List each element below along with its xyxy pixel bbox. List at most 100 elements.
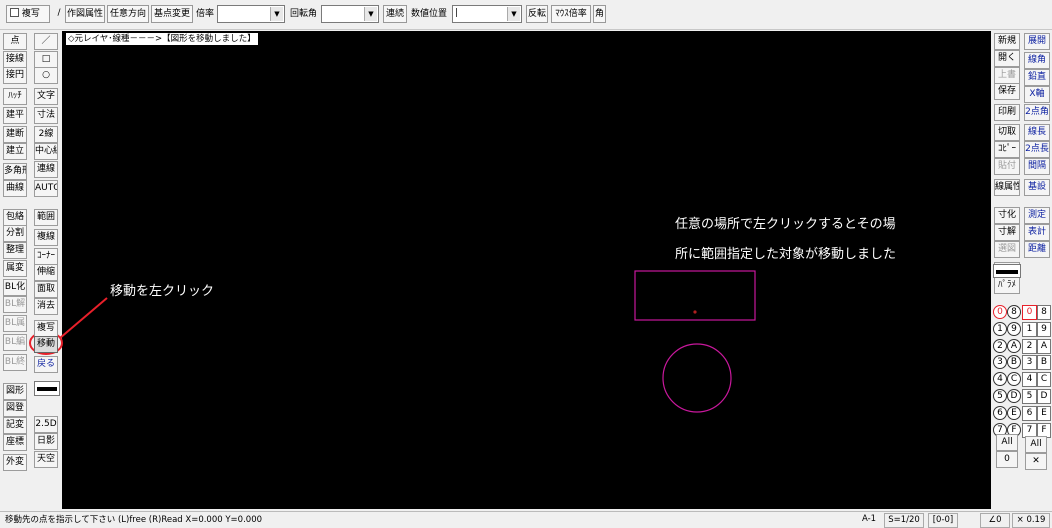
left-tool2-button-3[interactable]: 文字 [34,88,58,105]
left-tool2-button-16[interactable]: 移動 [34,336,58,353]
left-tool-button-13[interactable]: BL化 [3,279,27,296]
left-tool-button-11[interactable]: 整理 [3,242,27,259]
left-tool2-button-9[interactable]: 範囲 [34,209,58,226]
group-button-b-0[interactable]: 8 [1037,305,1051,320]
group-button-b-1[interactable]: 9 [1037,321,1051,337]
right-tool-button-11[interactable]: 選図 [994,241,1020,258]
left-tool-button-19[interactable]: 図登 [3,400,27,417]
left-tool2-button-1[interactable]: □ [34,51,58,68]
layer-button-b-6[interactable]: E [1007,405,1021,420]
left-tool2-button-10[interactable]: 複線 [34,229,58,246]
right-tool-button-2[interactable]: 上書 [994,67,1020,84]
layer-button-2[interactable]: 2 [993,338,1007,353]
status-angle[interactable]: ∠0 [980,513,1010,528]
group-button-1[interactable]: 1 [1022,321,1037,337]
line-width-swatch[interactable] [993,264,1021,278]
layer-zero-button[interactable]: 0 [996,451,1018,468]
right-tool2-button-11[interactable]: 距離 [1024,241,1050,258]
status-group[interactable]: [0-0] [928,513,958,528]
right-tool2-button-5[interactable]: 線長 [1024,124,1050,141]
left-tool2-button-14[interactable]: 消去 [34,298,58,315]
left-tool-button-20[interactable]: 記変 [3,417,27,434]
right-tool2-button-7[interactable]: 間隔 [1024,158,1050,175]
status-scale[interactable]: S=1/20 [884,513,924,528]
left-tool2-button-8[interactable]: AUTO [34,180,58,197]
layer-button-5[interactable]: 5 [993,389,1007,403]
group-button-b-4[interactable]: C [1037,372,1051,388]
right-tool-button-3[interactable]: 保存 [994,83,1020,100]
layer-button-6[interactable]: 6 [993,405,1007,420]
group-button-3[interactable]: 3 [1022,355,1037,371]
right-tool2-button-1[interactable]: 線角 [1024,52,1050,69]
right-tool-button-9[interactable]: 寸化 [994,207,1020,224]
left-tool2-button-15[interactable]: 複写 [34,320,58,337]
left-tool-button-12[interactable]: 属変 [3,260,27,277]
left-tool-button-9[interactable]: 包絡 [3,209,27,226]
left-tool-button-3[interactable]: ﾊｯﾁ [3,88,27,105]
group-button-5[interactable]: 5 [1022,389,1037,404]
right-tool-button-6[interactable]: ｺﾋﾟｰ [994,141,1020,158]
line-style-swatch[interactable] [34,381,60,396]
left-tool-button-21[interactable]: 座標 [3,434,27,451]
left-tool2-button-19[interactable]: 2.5D [34,416,58,433]
right-tool-button-10[interactable]: 寸解 [994,224,1020,241]
left-tool-button-2[interactable]: 接円 [3,67,27,84]
right-tool2-button-9[interactable]: 測定 [1024,207,1050,224]
group-button-2[interactable]: 2 [1022,338,1037,354]
left-tool2-button-12[interactable]: 伸縮 [34,264,58,281]
left-tool2-button-11[interactable]: ｺｰﾅｰ [34,248,58,265]
layer-button-0[interactable]: 0 [993,305,1007,319]
left-tool-button-7[interactable]: 多角形 [3,163,27,180]
left-tool2-button-21[interactable]: 天空 [34,451,58,468]
group-button-b-2[interactable]: A [1037,338,1051,354]
left-tool2-button-0[interactable]: ／ [34,33,58,50]
left-tool2-button-7[interactable]: 連線 [34,161,58,178]
layer-button-b-5[interactable]: D [1007,389,1021,403]
layer-button-b-1[interactable]: 9 [1007,321,1021,336]
right-tool-button-7[interactable]: 貼付 [994,158,1020,175]
right-tool2-button-4[interactable]: 2点角 [1024,104,1050,121]
layer-all-button[interactable]: All [996,434,1018,451]
left-tool-button-5[interactable]: 建断 [3,126,27,143]
left-tool2-button-13[interactable]: 面取 [34,281,58,298]
layer-button-1[interactable]: 1 [993,321,1007,336]
left-tool-button-6[interactable]: 建立 [3,143,27,160]
right-tool2-button-8[interactable]: 基設 [1024,179,1050,196]
left-tool-button-10[interactable]: 分割 [3,225,27,242]
left-tool2-button-5[interactable]: 2線 [34,126,58,143]
status-layer[interactable]: A-1 [855,513,883,528]
left-tool-button-18[interactable]: 図形 [3,383,27,400]
group-button-b-6[interactable]: E [1037,405,1051,421]
right-tool-button-0[interactable]: 新規 [994,33,1020,50]
group-button-6[interactable]: 6 [1022,405,1037,421]
right-tool2-button-6[interactable]: 2点長 [1024,141,1050,158]
group-all-button[interactable]: All [1025,436,1047,453]
left-tool-button-17[interactable]: BL終 [3,354,27,371]
group-button-b-3[interactable]: B [1037,355,1051,371]
left-tool2-button-2[interactable]: ○ [34,67,58,84]
group-button-0[interactable]: 0 [1022,305,1037,320]
left-tool-button-22[interactable]: 外変 [3,454,27,471]
right-tool2-button-3[interactable]: X軸 [1024,86,1050,103]
right-tool-button-1[interactable]: 開く [994,50,1020,67]
left-tool2-button-17[interactable]: 戻る [34,356,58,373]
left-tool2-button-4[interactable]: 寸法 [34,107,58,124]
left-tool-button-0[interactable]: 点 [3,33,27,50]
status-zoom[interactable]: × 0.19 [1012,513,1050,528]
right-tool2-button-2[interactable]: 鉛直 [1024,69,1050,86]
right-tool2-button-10[interactable]: 表計 [1024,224,1050,241]
right-tool-button-5[interactable]: 切取 [994,124,1020,141]
left-tool2-button-20[interactable]: 日影 [34,433,58,450]
layer-button-b-2[interactable]: A [1007,338,1021,353]
left-tool-button-15[interactable]: BL属 [3,315,27,332]
left-tool-button-4[interactable]: 建平 [3,107,27,124]
left-tool-button-8[interactable]: 曲線 [3,180,27,197]
left-tool-button-16[interactable]: BL編 [3,334,27,351]
group-button-4[interactable]: 4 [1022,372,1037,388]
right-tool-button-8[interactable]: 線属性 [994,179,1020,196]
left-tool2-button-6[interactable]: 中心線 [34,143,58,160]
close-icon[interactable]: ✕ [1025,453,1047,470]
layer-button-b-0[interactable]: 8 [1007,305,1021,319]
right-tool-button-13[interactable]: ﾊﾟﾗﾒ [994,277,1020,294]
group-button-b-5[interactable]: D [1037,389,1051,404]
